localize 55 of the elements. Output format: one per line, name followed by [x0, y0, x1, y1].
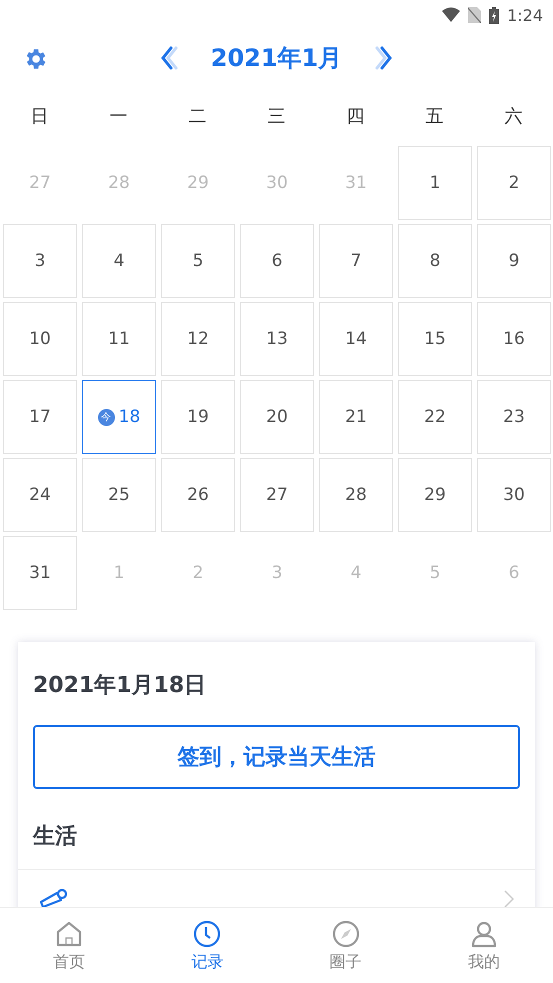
calendar-day[interactable]: 24: [3, 458, 77, 532]
status-time: 1:24: [507, 6, 543, 24]
calendar-day[interactable]: 28: [319, 458, 393, 532]
nav-tab[interactable]: 记录: [138, 908, 276, 983]
battery-charging-icon: [489, 6, 500, 24]
calendar-day[interactable]: 1: [398, 146, 472, 220]
calendar-day[interactable]: 6: [240, 224, 314, 298]
calendar-day[interactable]: 8: [398, 224, 472, 298]
calendar-day[interactable]: 2: [477, 146, 551, 220]
calendar-day[interactable]: 10: [3, 302, 77, 376]
calendar-day[interactable]: 20: [240, 380, 314, 454]
calendar-day[interactable]: 23: [477, 380, 551, 454]
calendar-day[interactable]: 21: [319, 380, 393, 454]
calendar-day[interactable]: 9: [477, 224, 551, 298]
calendar-day[interactable]: 7: [319, 224, 393, 298]
weekday-label: 五: [426, 105, 444, 128]
calendar-day[interactable]: 4: [82, 224, 156, 298]
month-title: 2021年1月: [210, 43, 342, 74]
calendar-day[interactable]: 16: [477, 302, 551, 376]
calendar-day[interactable]: 30: [477, 458, 551, 532]
compass-icon: [330, 918, 361, 948]
clock-icon: [192, 918, 222, 948]
calendar-day[interactable]: 15: [398, 302, 472, 376]
nav-tab[interactable]: 我的: [414, 908, 553, 983]
calendar-day[interactable]: 22: [398, 380, 472, 454]
calendar-day[interactable]: 17: [3, 380, 77, 454]
calendar-day[interactable]: 26: [161, 458, 235, 532]
calendar-day[interactable]: 19: [161, 380, 235, 454]
calendar-day[interactable]: 今 18: [82, 380, 156, 454]
calendar-day[interactable]: 14: [319, 302, 393, 376]
weekday-label: 一: [110, 105, 128, 128]
today-badge: 今: [98, 408, 115, 426]
no-sim-icon: [468, 7, 482, 23]
check-in-button[interactable]: 签到，记录当天生活: [33, 725, 520, 789]
calendar-day[interactable]: 3: [3, 224, 77, 298]
weekday-label: 二: [188, 105, 206, 128]
calendar-day[interactable]: 13: [240, 302, 314, 376]
shuttlecock-icon: [39, 888, 67, 910]
weekday-label: 四: [346, 105, 364, 128]
chevron-icon: [504, 890, 514, 908]
weekday-label: 六: [504, 105, 522, 128]
calendar-day[interactable]: 11: [82, 302, 156, 376]
nav-tab[interactable]: 圈子: [276, 908, 415, 983]
section-title: 生活: [33, 823, 78, 851]
calendar-day[interactable]: 27: [240, 458, 314, 532]
selected-date: 2021年1月18日: [33, 672, 208, 700]
weekday-label: 三: [268, 105, 286, 128]
weekday-label: 日: [30, 105, 48, 128]
calendar-day[interactable]: 25: [82, 458, 156, 532]
calendar-day[interactable]: 5: [161, 224, 235, 298]
calendar-day[interactable]: 29: [398, 458, 472, 532]
calendar-day[interactable]: 31: [3, 536, 77, 610]
nav-tab[interactable]: 首页: [0, 908, 138, 983]
wifi-icon: [442, 7, 460, 23]
calendar-day[interactable]: 12: [161, 302, 235, 376]
